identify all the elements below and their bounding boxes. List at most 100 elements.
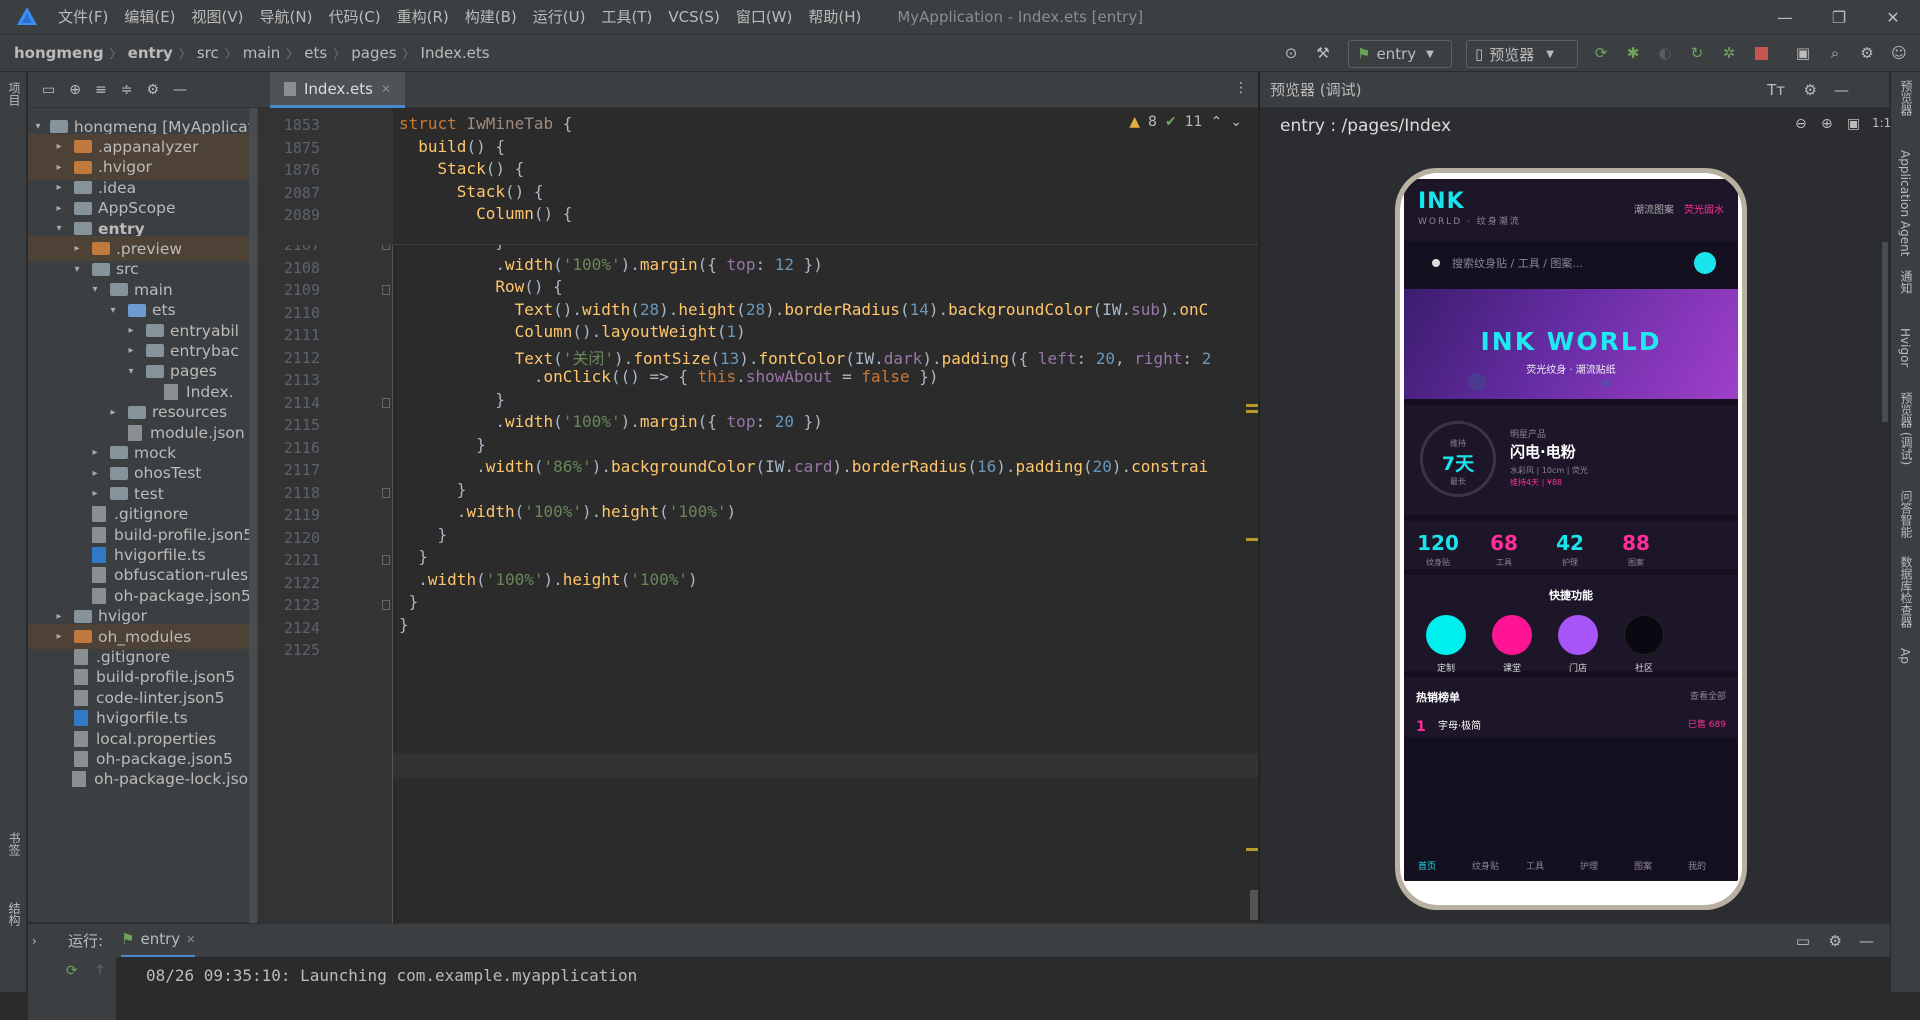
menu-item[interactable]: 代码(C) [320,0,388,34]
search-button[interactable] [1694,252,1716,274]
breadcrumb-item[interactable]: main [243,44,280,62]
chevron-icon[interactable]: ▸ [52,141,66,152]
app-tab[interactable]: 首页 [1418,859,1436,872]
fold-marker-icon[interactable] [382,397,390,408]
menu-item[interactable]: 工具(T) [593,0,660,34]
minimize-button[interactable]: — [1758,0,1812,34]
zoom-in-icon[interactable]: ⊕ [1821,116,1833,132]
featured-product-card[interactable]: 维持 7天 最长 明星产品 闪电·电粉 水彩风 | 10cm | 荧光 维持4天… [1404,405,1738,515]
menu-item[interactable]: 编辑(E) [116,0,183,34]
code-editor[interactable]: struct IwMineTab { build() { Stack() { S… [393,108,1258,923]
right-tool-tab[interactable]: Ap [1898,648,1912,664]
menu-item[interactable]: 构建(B) [457,0,525,34]
chevron-icon[interactable]: ▾ [106,305,120,316]
one-to-one-icon[interactable]: 1:1 [1872,116,1891,130]
fold-marker-icon[interactable] [382,600,390,610]
breadcrumb-item[interactable]: entry [128,44,173,62]
menu-item[interactable]: 导航(N) [252,0,321,34]
expand-all-icon[interactable]: ≡ [95,82,107,98]
run-tab-entry[interactable]: ⚑ entry ✕ [121,924,196,958]
font-icon[interactable]: Tт [1767,81,1785,99]
stop-icon[interactable] [1750,42,1772,64]
structure-tool-tab[interactable]: 结构 [6,902,23,926]
run-config-select[interactable]: ⚑ entry ▼ [1348,40,1452,68]
chevron-icon[interactable]: ▸ [124,345,138,356]
app-banner[interactable]: INK WORLD 荧光纹身 · 潮流贴纸 [1404,289,1738,399]
hammer-icon[interactable]: ⚒ [1312,42,1334,64]
device-select[interactable]: ▯ 预览器 ▼ [1466,40,1578,68]
tab-close-icon[interactable]: ✕ [381,82,391,96]
inspection-widget[interactable]: ▲ 8 ✔ 11 ⌃ ⌄ [1129,114,1242,130]
device-manager-icon[interactable]: ▣ [1792,42,1814,64]
app-tab[interactable]: 护理 [1580,859,1598,872]
collapse-all-icon[interactable]: ≑ [121,82,133,98]
menu-item[interactable]: 文件(F) [50,0,116,34]
locate-icon[interactable]: ⊕ [69,82,81,98]
chevron-icon[interactable]: ▸ [88,447,102,458]
app-search-bar[interactable]: 搜索纹身贴 / 工具 / 图案... [1404,241,1738,285]
fold-marker-icon[interactable] [382,285,390,295]
breadcrumb-item[interactable]: pages [351,44,396,62]
chevron-icon[interactable]: ▾ [52,223,66,234]
chevron-icon[interactable]: ▸ [124,325,138,336]
app-tab[interactable]: 工具 [1526,859,1544,872]
chevron-icon[interactable]: ▾ [34,121,42,132]
chevron-down-icon[interactable]: ⌄ [1230,114,1242,130]
chevron-icon[interactable]: ▸ [52,631,66,642]
right-tool-tab[interactable]: 通知 [1898,270,1915,294]
rerun-icon[interactable]: ↻ [1686,42,1708,64]
header-link[interactable]: 潮流图案 [1634,201,1674,216]
bookmarks-tool-tab[interactable]: 书签 [6,832,23,856]
app-tab[interactable]: 图案 [1634,859,1652,872]
gear-icon[interactable]: ⚙ [146,82,159,98]
chevron-icon[interactable]: ▸ [52,203,66,214]
account-icon[interactable]: ☺ [1888,42,1910,64]
tab-index-ets[interactable]: Index.ets ✕ [270,72,406,108]
zoom-out-icon[interactable]: ⊖ [1795,116,1807,132]
right-tool-tab[interactable]: Hvigor [1898,328,1912,367]
close-button[interactable]: ✕ [1866,0,1920,34]
hide-icon[interactable]: — [173,82,187,98]
quick-action[interactable]: 课堂 [1482,615,1542,674]
menu-item[interactable]: 运行(U) [525,0,594,34]
search-icon[interactable]: ⌕ [1824,42,1846,64]
chevron-icon[interactable]: ▸ [106,407,120,418]
target-icon[interactable]: ⊙ [1280,42,1302,64]
maximize-button[interactable]: ❐ [1812,0,1866,34]
profile-icon[interactable]: ✲ [1718,42,1740,64]
menu-item[interactable]: 帮助(H) [800,0,869,34]
app-tab[interactable]: 纹身贴 [1472,859,1499,872]
quick-action[interactable]: 定制 [1416,615,1476,674]
app-tab[interactable]: 我的 [1688,859,1706,872]
stat-item[interactable]: 88 图案 [1596,531,1676,568]
chevron-icon[interactable]: ▸ [52,162,66,173]
rerun-icon[interactable]: ⟳ [66,963,78,979]
right-tool-tab[interactable]: 问答智能 [1898,490,1915,538]
chevron-icon[interactable]: ▸ [52,611,66,622]
chevron-icon[interactable]: ▸ [52,182,66,193]
fold-marker-icon[interactable] [382,555,390,565]
right-tool-tab[interactable]: Application Agent [1898,150,1912,256]
chevron-icon[interactable]: ▾ [88,284,102,295]
quick-action[interactable]: 门店 [1548,615,1608,674]
debug-icon[interactable]: ✱ [1622,42,1644,64]
settings-icon[interactable]: ⚙ [1856,42,1878,64]
chevron-up-icon[interactable]: ⌃ [1211,114,1223,130]
project-tool-tab[interactable]: 项目 [6,82,23,106]
right-tool-tab[interactable]: 数据库检查器 [1898,556,1915,628]
chevron-icon[interactable]: ▸ [70,243,84,254]
editor-scrollbar[interactable] [1250,890,1258,920]
menu-item[interactable]: 窗口(W) [728,0,801,34]
fold-marker-icon[interactable] [382,487,390,498]
menu-item[interactable]: 视图(V) [184,0,252,34]
tree-item[interactable]: oh-package-lock.json [28,767,258,792]
menu-item[interactable]: 重构(R) [389,0,457,34]
project-scrollbar[interactable] [249,108,257,928]
breadcrumb-item[interactable]: Index.ets [421,44,490,62]
more-tabs-icon[interactable]: ⋮ [1234,80,1248,96]
right-tool-tab[interactable]: 预览器 (调试) [1898,392,1915,465]
hide-icon[interactable]: — [1834,81,1849,99]
right-tool-tab[interactable]: 预览器 [1898,80,1915,116]
chevron-icon[interactable]: ▸ [88,488,102,499]
breadcrumb-item[interactable]: ets [304,44,327,62]
